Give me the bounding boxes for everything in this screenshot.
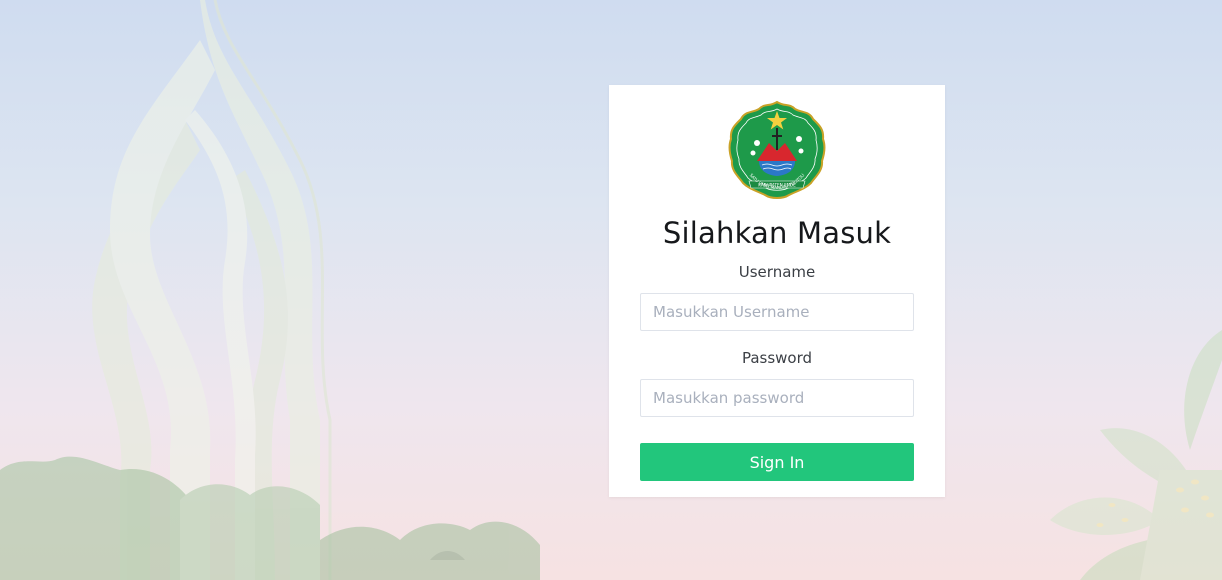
sign-in-button[interactable]: Sign In xyxy=(640,443,914,481)
regional-emblem-logo: KABUPATEN ENDE SATU UMAT MANDIRI TOLITOL… xyxy=(728,100,826,199)
leaf-illustration xyxy=(1050,330,1222,580)
username-label: Username xyxy=(738,263,816,281)
username-input[interactable] xyxy=(640,293,914,331)
login-page: KABUPATEN ENDE SATU UMAT MANDIRI TOLITOL… xyxy=(0,0,1222,580)
password-input[interactable] xyxy=(640,379,914,417)
password-label: Password xyxy=(741,349,813,367)
login-card: KABUPATEN ENDE SATU UMAT MANDIRI TOLITOL… xyxy=(609,85,945,497)
page-title: Silahkan Masuk xyxy=(662,216,892,250)
